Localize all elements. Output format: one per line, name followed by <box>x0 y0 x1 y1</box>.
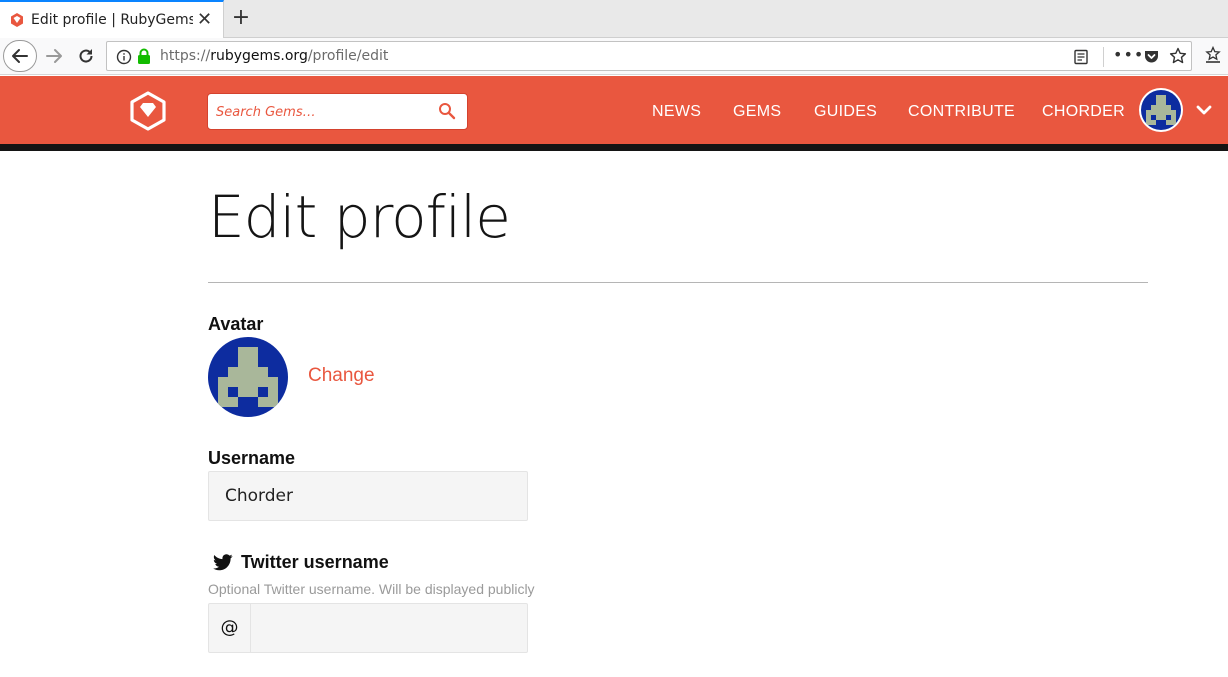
avatar <box>1141 90 1181 130</box>
nav-gems-link[interactable]: GEMS <box>733 103 781 121</box>
nav-guides-link[interactable]: GUIDES <box>814 103 877 121</box>
change-avatar-link[interactable]: Change <box>308 365 375 387</box>
username-field[interactable] <box>208 471 528 521</box>
library-icon[interactable] <box>1204 46 1222 64</box>
back-arrow-icon <box>12 49 28 63</box>
site-header: NEWS GEMS GUIDES CONTRIBUTE CHORDER <box>0 76 1228 144</box>
search-box[interactable] <box>207 93 468 130</box>
reader-view-icon[interactable] <box>1073 49 1089 65</box>
twitter-username-hint: Optional Twitter username. Will be displ… <box>208 581 535 597</box>
twitter-icon <box>213 554 233 571</box>
info-icon[interactable] <box>116 49 132 65</box>
url-scheme: https:// <box>160 48 211 64</box>
url-text[interactable]: https://rubygems.org/profile/edit <box>160 48 388 64</box>
twitter-username-input[interactable] <box>209 604 527 652</box>
username-label: Username <box>208 448 296 468</box>
back-button[interactable] <box>3 40 37 72</box>
url-path: /profile/edit <box>307 48 389 64</box>
browser-nav-bar: https://rubygems.org/profile/edit ••• <box>0 38 1228 75</box>
pocket-icon[interactable] <box>1143 48 1160 65</box>
divider <box>208 282 1148 283</box>
avatar-label: Avatar <box>208 314 264 334</box>
rubygems-logo-icon[interactable] <box>128 91 168 131</box>
page-actions-more-icon[interactable]: ••• <box>1113 45 1144 64</box>
address-bar-separator <box>1103 47 1104 67</box>
forward-arrow-icon <box>46 49 62 63</box>
profile-avatar <box>208 337 288 417</box>
lock-icon[interactable] <box>137 48 151 65</box>
bookmark-star-icon[interactable] <box>1169 47 1187 65</box>
user-avatar-button[interactable] <box>1139 88 1183 132</box>
search-icon[interactable] <box>438 102 456 120</box>
url-host: rubygems.org <box>210 48 308 64</box>
rubygems-favicon-icon <box>11 13 23 27</box>
twitter-username-field[interactable]: @ <box>208 603 528 653</box>
header-stripe <box>0 144 1228 151</box>
reload-icon <box>79 49 93 63</box>
chevron-down-icon[interactable] <box>1196 104 1212 116</box>
forward-button[interactable] <box>42 44 66 68</box>
new-tab-button[interactable]: + <box>229 6 253 30</box>
nav-user-link[interactable]: CHORDER <box>1042 103 1125 121</box>
tab-close-icon[interactable]: ✕ <box>197 11 212 29</box>
twitter-username-label: Twitter username <box>241 552 389 572</box>
nav-contribute-link[interactable]: CONTRIBUTE <box>908 103 1015 121</box>
username-input[interactable] <box>209 472 527 520</box>
nav-news-link[interactable]: NEWS <box>652 103 701 121</box>
address-bar[interactable]: https://rubygems.org/profile/edit ••• <box>106 41 1192 71</box>
tab-title: Edit profile | RubyGems.org | your commu… <box>31 12 193 28</box>
browser-tab-active[interactable]: Edit profile | RubyGems.org | your commu… <box>0 0 224 38</box>
search-input[interactable] <box>216 102 436 122</box>
page-title: Edit profile <box>208 183 511 251</box>
browser-tab-bar: Edit profile | RubyGems.org | your commu… <box>0 0 1228 38</box>
reload-button[interactable] <box>74 44 98 68</box>
